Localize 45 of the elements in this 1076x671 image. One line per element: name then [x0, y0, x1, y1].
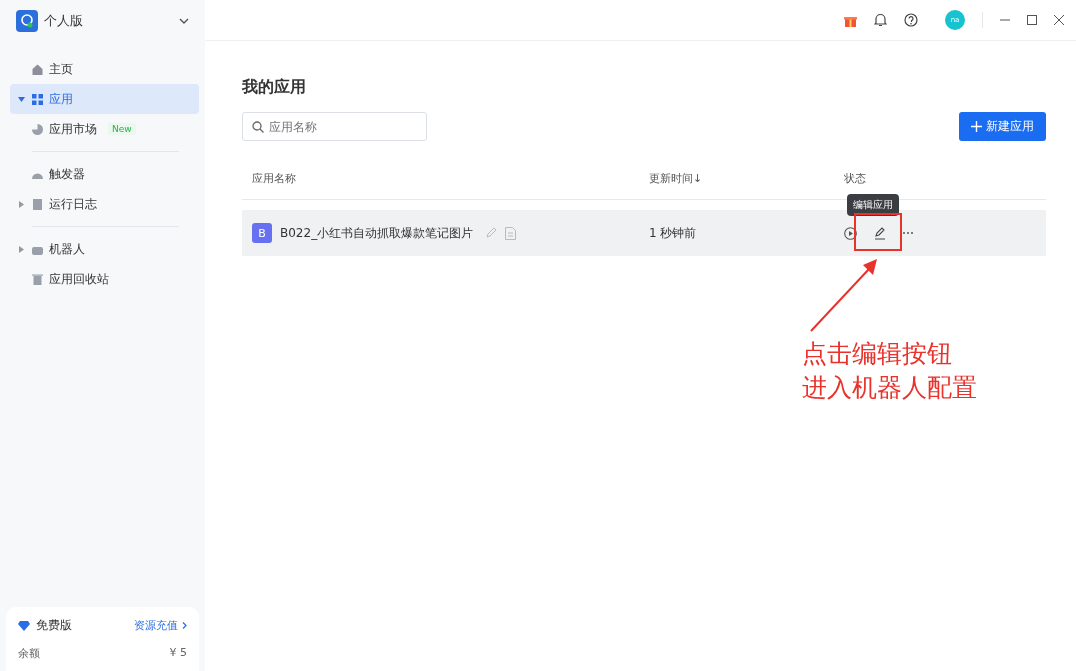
grid-icon [31, 92, 44, 106]
home-icon [31, 62, 44, 76]
caret-icon[interactable] [18, 95, 25, 103]
search-icon [252, 121, 264, 133]
maximize-icon[interactable] [1027, 15, 1037, 25]
nav-item[interactable]: 应用回收站 [10, 264, 199, 294]
balance-value: ¥ 5 [169, 646, 187, 661]
column-header: 更新时间↓ [649, 170, 704, 186]
caret-icon[interactable] [18, 245, 25, 253]
app-badge: B [252, 223, 272, 243]
page-title: 我的应用 [242, 77, 307, 98]
pie-icon [31, 122, 44, 136]
app-name: B022_小红书自动抓取爆款笔记图片 [280, 224, 474, 242]
edit-icon[interactable] [873, 226, 887, 240]
annotation-text: 点击编辑按钮 进入机器人配置 [802, 338, 977, 404]
search-field[interactable]: 应用名称 [242, 112, 427, 141]
recharge-link[interactable]: 资源充值 [134, 618, 178, 633]
document-icon [31, 197, 44, 211]
nav-item[interactable]: 机器人 [10, 234, 199, 264]
play-icon[interactable] [844, 226, 857, 240]
close-icon[interactable] [1054, 15, 1064, 25]
chevron-down-icon[interactable] [179, 18, 189, 24]
column-header: 应用名称 [251, 170, 297, 186]
updated-time: 1 秒钟前 [649, 224, 697, 242]
highlight-box [854, 213, 902, 251]
chevron-right-icon[interactable] [182, 622, 187, 629]
diamond-icon [18, 620, 30, 631]
caret-icon[interactable] [18, 200, 25, 208]
tooltip: 编辑应用 [847, 194, 899, 216]
nav-item[interactable]: 主页 [10, 54, 199, 84]
bell-icon[interactable] [874, 13, 887, 27]
nav-item[interactable]: 触发器 [10, 159, 199, 189]
logo-icon [16, 10, 38, 32]
new-app-button[interactable]: 新建应用 [959, 112, 1046, 141]
plus-icon [971, 121, 982, 132]
nav-item[interactable]: 运行日志 [10, 189, 199, 219]
new-badge: New [108, 123, 136, 135]
nav-item[interactable]: 应用市场 New [10, 114, 199, 144]
column-header: 状态 [844, 170, 867, 186]
trash-icon [31, 272, 44, 286]
help-icon[interactable] [904, 13, 918, 27]
nav-item[interactable]: 应用 [10, 84, 199, 114]
plan-name: 免费版 [36, 617, 73, 634]
workspace-name: 个人版 [44, 12, 84, 30]
balance-label: 余额 [18, 646, 40, 661]
